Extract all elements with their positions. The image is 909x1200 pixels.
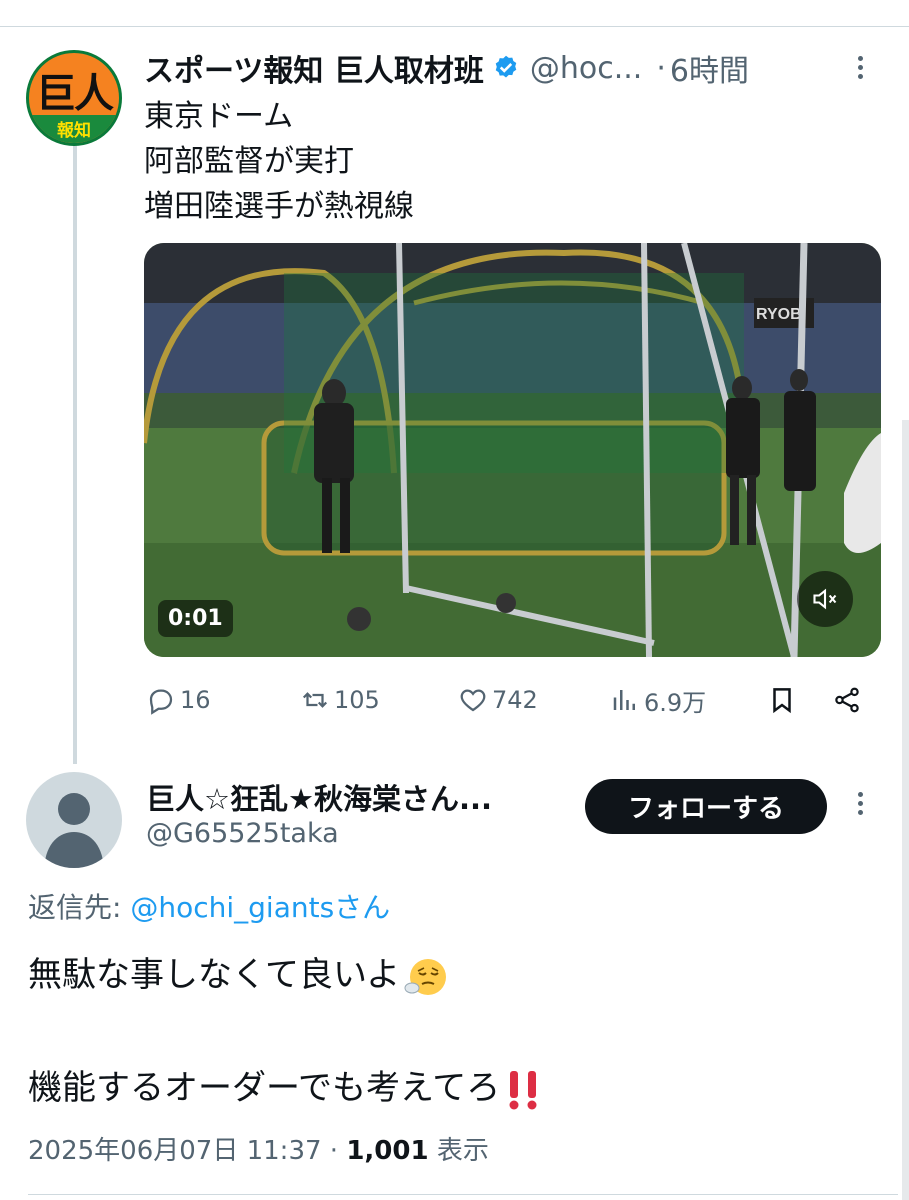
reply-view-label: 表示 xyxy=(428,1136,489,1166)
double-exclamation-icon xyxy=(509,1070,537,1109)
avatar-logo-main: 巨人 xyxy=(36,71,114,117)
reply-author-handle[interactable]: @G65525taka xyxy=(146,818,339,849)
reply-text-line-1: 無駄な事しなくて良いよ xyxy=(28,950,448,1000)
reply-count: 16 xyxy=(180,686,211,714)
tweet-text-line: 増田陸選手が熱視線 xyxy=(144,189,414,224)
views-icon xyxy=(613,690,635,710)
follow-button[interactable]: フォローする xyxy=(585,779,827,834)
reply-meta: 2025年06月07日 11:37 · 1,001 表示 xyxy=(28,1130,489,1167)
video-player[interactable]: RYOBI 0:01 xyxy=(144,243,881,657)
tweet-timestamp[interactable]: 6時間 xyxy=(670,46,749,90)
tweet-text-line: 阿部監督が実打 xyxy=(144,144,354,179)
reply-icon xyxy=(149,689,173,715)
default-avatar-icon xyxy=(44,793,104,868)
bottom-divider xyxy=(28,1194,898,1195)
reply-to-line: 返信先: @hochi_giantsさん xyxy=(28,886,390,926)
view-count: 6.9万 xyxy=(644,688,707,717)
exhaling-face-icon xyxy=(404,958,447,995)
reply-text-line-2: 機能するオーダーでも考えてろ xyxy=(28,1063,544,1113)
retweet-action[interactable]: 105 xyxy=(300,680,380,720)
avatar-logo-sub: 報知 xyxy=(57,121,91,141)
author-name[interactable]: スポーツ報知 巨人取材班 xyxy=(144,46,484,90)
like-action[interactable]: 742 xyxy=(458,680,538,720)
like-icon xyxy=(460,689,486,712)
share-action[interactable] xyxy=(832,680,866,720)
reply-date[interactable]: 2025年06月07日 11:37 xyxy=(28,1136,322,1166)
scrollbar[interactable] xyxy=(902,420,909,1200)
tweet-text-line: 東京ドーム xyxy=(144,99,294,134)
reply-view-count: 1,001 xyxy=(346,1136,429,1166)
tweet-header: スポーツ報知 巨人取材班 @hoc... · 6時間 xyxy=(144,46,749,90)
reply-to-suffix: さん xyxy=(334,891,391,924)
stadium-sign: RYOBI xyxy=(756,306,806,323)
retweet-icon xyxy=(302,692,328,708)
bookmark-icon xyxy=(773,688,791,714)
tweet-text: 東京ドーム 阿部監督が実打 増田陸選手が熱視線 xyxy=(144,94,414,229)
bookmark-action[interactable] xyxy=(767,680,801,720)
reply-text: 機能するオーダーでも考えてろ xyxy=(28,1068,501,1108)
share-icon xyxy=(835,687,859,713)
like-count: 742 xyxy=(492,686,538,714)
video-timecode: 0:01 xyxy=(158,600,233,637)
video-frame: RYOBI xyxy=(144,243,881,657)
meta-separator: · xyxy=(321,1136,347,1166)
author-handle[interactable]: @hoc... xyxy=(530,51,642,86)
top-divider xyxy=(0,26,909,27)
reply-to-handle-link[interactable]: @hochi_giants xyxy=(130,891,334,924)
reply-author-avatar[interactable] xyxy=(26,772,122,868)
thread-connector-line xyxy=(73,142,77,764)
more-icon[interactable] xyxy=(848,788,872,822)
more-icon[interactable] xyxy=(848,52,872,86)
author-avatar[interactable]: 巨人 報知 xyxy=(26,50,122,146)
retweet-count: 105 xyxy=(334,686,380,714)
reply-to-prefix: 返信先: xyxy=(28,891,131,924)
mute-icon[interactable] xyxy=(797,571,853,627)
reply-action[interactable]: 16 xyxy=(146,680,211,720)
verified-badge-icon xyxy=(495,55,517,78)
reply-author-name[interactable]: 巨人☆狂乱★秋海棠さん... xyxy=(146,776,492,818)
views-action[interactable]: 6.9万 xyxy=(610,680,706,720)
header-separator: · xyxy=(656,50,666,86)
reply-text: 無駄な事しなくて良いよ xyxy=(28,955,401,995)
